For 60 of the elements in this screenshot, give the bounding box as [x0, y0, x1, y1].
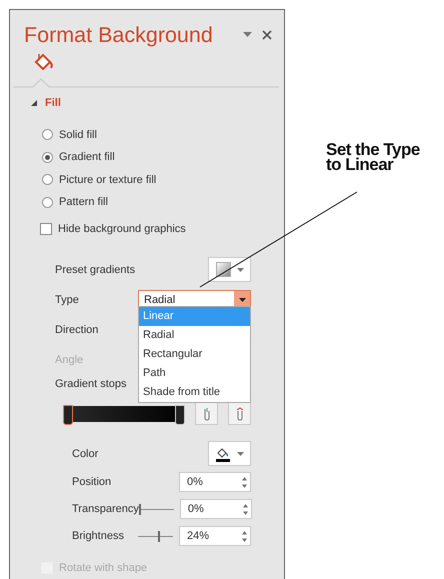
gradient-swatch-icon: [216, 262, 230, 277]
checkbox-label: Hide background graphics: [58, 222, 186, 234]
dropdown-value: Radial: [143, 292, 176, 308]
radio-label: Solid fill: [59, 128, 97, 140]
dropdown-option[interactable]: Shade from title: [139, 382, 250, 402]
field-label: Gradient stops: [55, 378, 127, 390]
value-spinner[interactable]: 0%: [180, 499, 252, 519]
caret-icon[interactable]: [243, 32, 252, 38]
slider-thumb[interactable]: [138, 504, 141, 514]
spin-arrows-icon[interactable]: [242, 504, 248, 514]
pane-title: Format Background: [24, 22, 214, 48]
dropdown-option[interactable]: Radial: [139, 326, 250, 344]
add-stop-button[interactable]: [195, 402, 218, 425]
radio-circle[interactable]: [42, 129, 53, 140]
position-spinner[interactable]: 0%: [179, 472, 251, 492]
field-label: Transparency: [72, 503, 139, 515]
expand-triangle-icon[interactable]: [31, 100, 37, 106]
radio-label: Picture or texture fill: [59, 174, 156, 186]
spin-arrows-icon[interactable]: [242, 476, 247, 488]
paperclip-icon: [202, 406, 212, 420]
field-label: Brightness: [72, 530, 124, 542]
field-label: Type: [55, 294, 79, 306]
spin-arrows-icon[interactable]: [242, 530, 247, 542]
radio-label: Gradient fill: [59, 151, 115, 163]
radio-option[interactable]: Picture or texture fill: [42, 173, 284, 186]
close-icon[interactable]: [262, 30, 272, 40]
color-picker-button[interactable]: [208, 441, 251, 466]
checkbox[interactable]: [40, 222, 52, 234]
dropdown-option[interactable]: Path: [139, 364, 250, 382]
preset-gradients-button[interactable]: [208, 257, 251, 282]
dropdown-option[interactable]: Rectangular: [139, 344, 250, 364]
caret-icon: [238, 298, 246, 302]
radio-circle[interactable]: [42, 152, 53, 162]
field-label: Direction: [55, 324, 98, 336]
paperclip-icon: [234, 406, 245, 420]
gradient-stop-handle[interactable]: [63, 404, 73, 424]
spinner-value: 0%: [188, 503, 204, 515]
caret-icon: [236, 268, 244, 272]
gradient-stop-handle[interactable]: [175, 404, 185, 424]
radio-circle[interactable]: [42, 196, 53, 208]
radio-option[interactable]: Solid fill: [42, 128, 284, 141]
spinner-value: 24%: [187, 530, 210, 542]
field-label: Angle: [55, 354, 84, 366]
radio-option[interactable]: Gradient fill: [42, 150, 284, 164]
checkbox-label: Rotate with shape: [59, 562, 148, 574]
field-label: Color: [72, 448, 98, 460]
paint-bucket-icon[interactable]: [32, 52, 54, 72]
value-spinner[interactable]: 24%: [179, 526, 251, 546]
radio-circle[interactable]: [42, 174, 53, 185]
radio-label: Pattern fill: [59, 196, 108, 208]
field-label: Preset gradients: [55, 264, 136, 276]
callout-text: Set the Type to Linear: [326, 142, 421, 172]
section-header[interactable]: Fill: [45, 97, 61, 109]
field-label: Position: [72, 476, 112, 488]
slider-thumb[interactable]: [158, 530, 160, 542]
radio-option[interactable]: Pattern fill: [42, 196, 284, 208]
remove-stop-button[interactable]: [228, 402, 251, 425]
paint-bucket-icon: [215, 446, 231, 462]
spinner-value: 0%: [187, 476, 203, 488]
caret-icon: [237, 452, 244, 456]
